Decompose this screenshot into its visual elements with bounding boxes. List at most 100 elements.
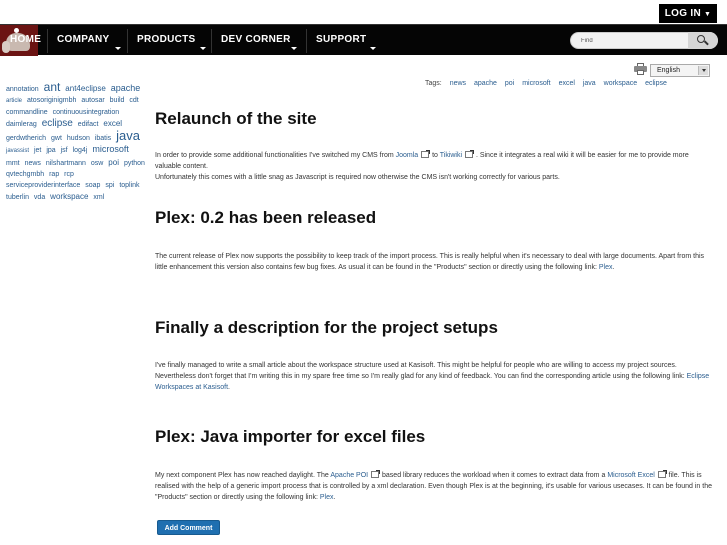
tag-cloud-item[interactable]: autosar [81,97,104,104]
article-body: My next component Plex has now reached d… [155,470,713,503]
tag-cloud-item[interactable]: atosoriginigmbh [27,97,76,104]
tag-cloud-item[interactable]: rcp [64,171,74,178]
nav-support-label: SUPPORT [316,34,367,45]
nav-separator [127,29,128,53]
language-select[interactable]: English [650,64,710,77]
microsoft-excel-link[interactable]: Microsoft Excel [607,472,654,479]
nav-dev-corner[interactable]: DEV CORNER [221,25,297,56]
tag-link[interactable]: apache [474,80,497,87]
article-text: In order to provide some additional func… [155,152,396,159]
tikiwiki-link[interactable]: Tikiwiki [440,152,462,159]
tag-link[interactable]: java [583,80,596,87]
tag-cloud-item[interactable]: soap [85,182,100,189]
article-text: . [333,494,336,501]
article-title[interactable]: Plex: 0.2 has been released [155,208,713,228]
apache-poi-link[interactable]: Apache POI [330,472,368,479]
tag-link[interactable]: workspace [604,80,637,87]
tag-cloud-item[interactable]: jsf [61,147,68,154]
nav-products[interactable]: PRODUCTS [137,25,206,56]
article-title[interactable]: Plex: Java importer for excel files [155,427,713,447]
article-title[interactable]: Relaunch of the site [155,109,713,129]
nav-dev-corner-label: DEV CORNER [221,34,291,45]
article-text: . [228,384,230,391]
article-title[interactable]: Finally a description for the project se… [155,318,713,338]
plex-link[interactable]: Plex [599,264,613,271]
nav-support[interactable]: SUPPORT [316,25,376,56]
tag-cloud-item[interactable]: annotation [6,86,39,93]
external-link-icon [465,150,474,158]
tags-bar: Tags: news apache poi microsoft excel ja… [425,80,667,87]
tag-cloud-item[interactable]: ibatis [95,135,111,142]
tag-cloud-item[interactable]: cdt [129,97,138,104]
search-button[interactable] [688,32,718,49]
tag-cloud-item[interactable]: mmt [6,160,20,167]
nav-home[interactable]: HOME [10,25,41,56]
tag-cloud-item[interactable]: commandline [6,109,48,116]
nav-company-label: COMPANY [57,34,110,45]
tag-cloud-item[interactable]: workspace [50,192,88,201]
tag-cloud-item[interactable]: javassist [6,148,29,154]
tag-cloud-item[interactable]: qvtechgmbh [6,171,44,178]
tag-cloud-item[interactable]: java [116,128,140,143]
search-input[interactable] [581,35,691,47]
plex-link[interactable]: Plex [320,494,334,501]
tag-cloud-item[interactable]: poi [108,158,119,167]
tag-link[interactable]: microsoft [522,80,550,87]
tag-cloud-item[interactable]: jet [34,147,41,154]
tag-cloud-item[interactable]: log4j [73,147,88,154]
external-link-icon [421,150,431,158]
tag-cloud-item[interactable]: ant4eclipse [65,84,105,93]
tag-cloud-item[interactable]: rap [49,171,59,178]
tag-link[interactable]: excel [559,80,575,87]
top-strip: LOG IN ▼ [0,0,727,24]
article: Finally a description for the project se… [155,318,713,393]
printer-icon[interactable] [634,63,647,75]
tag-cloud-item[interactable]: toplink [119,182,139,189]
chevron-down-icon [200,47,206,50]
tag-cloud-item[interactable]: apache [111,83,141,93]
nav-home-label: HOME [10,34,42,45]
search-icon-handle [704,40,709,46]
tag-cloud-item[interactable]: edifact [78,121,99,128]
nav-company[interactable]: COMPANY [57,25,121,56]
article-text: to [430,152,440,159]
tag-cloud-item[interactable]: gwt [51,135,62,142]
caret-down-icon: ▼ [704,11,712,18]
tag-link[interactable]: news [450,80,466,87]
tag-cloud-item[interactable]: daimlerag [6,121,37,128]
article-body: In order to provide some additional func… [155,150,713,172]
tag-cloud-item[interactable]: serviceproviderinterface [6,182,80,189]
tag-cloud-item[interactable]: build [110,97,125,104]
tag-cloud-item[interactable]: excel [103,119,122,128]
add-comment-button[interactable]: Add Comment [157,520,220,535]
login-button[interactable]: LOG IN ▼ [659,4,717,23]
tag-cloud-item[interactable]: jpa [46,147,55,154]
search-box [570,32,718,49]
tag-cloud-item[interactable]: tuberlin [6,194,29,201]
joomla-link[interactable]: Joomla [396,152,419,159]
tag-cloud-item[interactable]: microsoft [92,144,129,154]
article-text: I've finally managed to write a small ar… [155,362,687,380]
article-body: Unfortunately this comes with a little s… [155,174,560,181]
article-text: . [612,264,615,271]
tag-cloud-item[interactable]: vda [34,194,45,201]
tag-link[interactable]: poi [505,80,514,87]
tag-cloud-item[interactable]: xml [93,194,104,201]
tag-cloud-item[interactable]: hudson [67,135,90,142]
article-text: based library reduces the workload when … [380,472,608,479]
nav-separator [306,29,307,53]
printer-icon-paper [637,70,644,75]
tag-link[interactable]: eclipse [645,80,667,87]
tag-cloud-item[interactable]: news [25,160,41,167]
tag-cloud-item[interactable]: eclipse [42,118,73,129]
main-navbar: HOME COMPANY PRODUCTS DEV CORNER SUPPORT [0,24,727,56]
nav-separator [47,29,48,53]
tag-cloud-item[interactable]: gerdwtherich [6,135,46,142]
tag-cloud-item[interactable]: spi [105,182,114,189]
tag-cloud-item[interactable]: osw [91,160,103,167]
tag-cloud-item[interactable]: article [6,98,22,104]
tag-cloud-item[interactable]: nilshartmann [46,160,86,167]
tag-cloud-item[interactable]: python [124,160,145,167]
tag-cloud-item[interactable]: continuousintegration [53,109,120,116]
tag-cloud-item[interactable]: ant [44,80,61,94]
